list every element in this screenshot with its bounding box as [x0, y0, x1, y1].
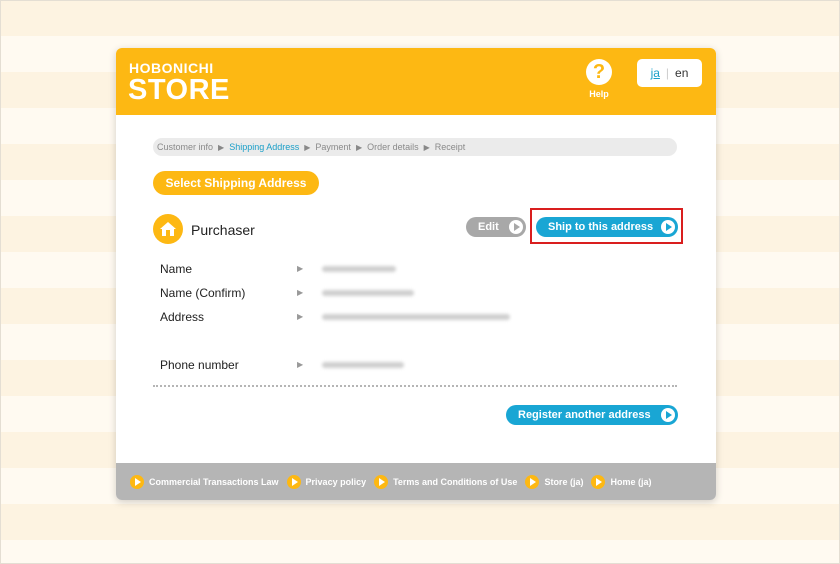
footer-link-label: Terms and Conditions of Use [393, 476, 518, 487]
step-receipt: Receipt [434, 142, 466, 152]
footer-link-label: Store (ja) [544, 476, 584, 487]
blurred-value [322, 314, 510, 320]
step-arrow-icon: ▶ [218, 142, 225, 152]
house-icon [153, 214, 183, 244]
blurred-value [322, 290, 414, 296]
blurred-value [322, 362, 404, 368]
play-arrow-icon [661, 408, 675, 422]
edit-button[interactable]: Edit [466, 217, 526, 237]
field-arrow-icon: ▶ [297, 360, 304, 369]
play-arrow-icon [591, 474, 606, 489]
purchaser-title: Purchaser [191, 222, 255, 238]
divider [153, 385, 677, 387]
blurred-value [322, 266, 396, 272]
play-arrow-icon [130, 474, 144, 489]
play-arrow-icon [509, 220, 523, 234]
step-arrow-icon: ▶ [355, 142, 363, 152]
edit-label: Edit [478, 221, 499, 233]
section-title: Select Shipping Address [153, 171, 319, 195]
field-label-address: Address [160, 310, 205, 324]
play-arrow-icon [525, 474, 540, 489]
footer-link-terms[interactable]: Terms and Conditions of Use [374, 474, 518, 489]
ship-label: Ship to this address [548, 221, 654, 233]
field-label-name-confirm: Name (Confirm) [160, 286, 246, 300]
footer-link-label: Home (ja) [610, 476, 652, 487]
ship-to-this-address-button[interactable]: Ship to this address [536, 217, 678, 237]
step-order-details: Order details [367, 142, 419, 152]
field-label-phone: Phone number [160, 358, 239, 372]
footer-link-commercial-transactions[interactable]: Commercial Transactions Law [130, 474, 279, 489]
register-label: Register another address [518, 409, 651, 421]
footer-link-store[interactable]: Store (ja) [525, 474, 584, 489]
play-arrow-icon [374, 474, 389, 489]
help-icon[interactable]: ? [586, 59, 612, 85]
footer-link-label: Commercial Transactions Law [149, 476, 279, 487]
footer-link-label: Privacy policy [305, 476, 367, 487]
language-switcher: ja | en [637, 59, 702, 87]
step-arrow-icon: ▶ [423, 142, 430, 152]
register-another-address-button[interactable]: Register another address [506, 405, 678, 425]
footer-link-privacy[interactable]: Privacy policy [286, 474, 367, 489]
help-button[interactable]: ? Help [584, 59, 614, 99]
logo-store-text[interactable]: STORE [128, 74, 230, 107]
header: HOBONICHI STORE ? Help ja | en [116, 48, 716, 115]
help-label: Help [589, 89, 609, 99]
checkout-card: HOBONICHI STORE ? Help ja | en Customer … [116, 48, 716, 500]
footer: Commercial Transactions Law Privacy poli… [116, 463, 716, 500]
field-label-name: Name [160, 262, 193, 276]
play-arrow-icon [661, 220, 675, 234]
field-arrow-icon: ▶ [297, 288, 304, 297]
step-customer-info: Customer info [157, 142, 214, 152]
footer-link-home[interactable]: Home (ja) [591, 474, 652, 489]
field-arrow-icon: ▶ [297, 264, 304, 273]
step-shipping-address: Shipping Address [229, 142, 300, 152]
checkout-steps: Customer info ▶ Shipping Address ▶ Payme… [153, 138, 677, 156]
lang-en-link[interactable]: en [675, 66, 688, 80]
step-payment: Payment [315, 142, 351, 152]
field-arrow-icon: ▶ [297, 312, 304, 321]
play-arrow-icon [286, 474, 301, 489]
lang-separator: | [665, 66, 670, 80]
lang-ja-link[interactable]: ja [651, 66, 660, 80]
step-arrow-icon: ▶ [304, 142, 311, 152]
